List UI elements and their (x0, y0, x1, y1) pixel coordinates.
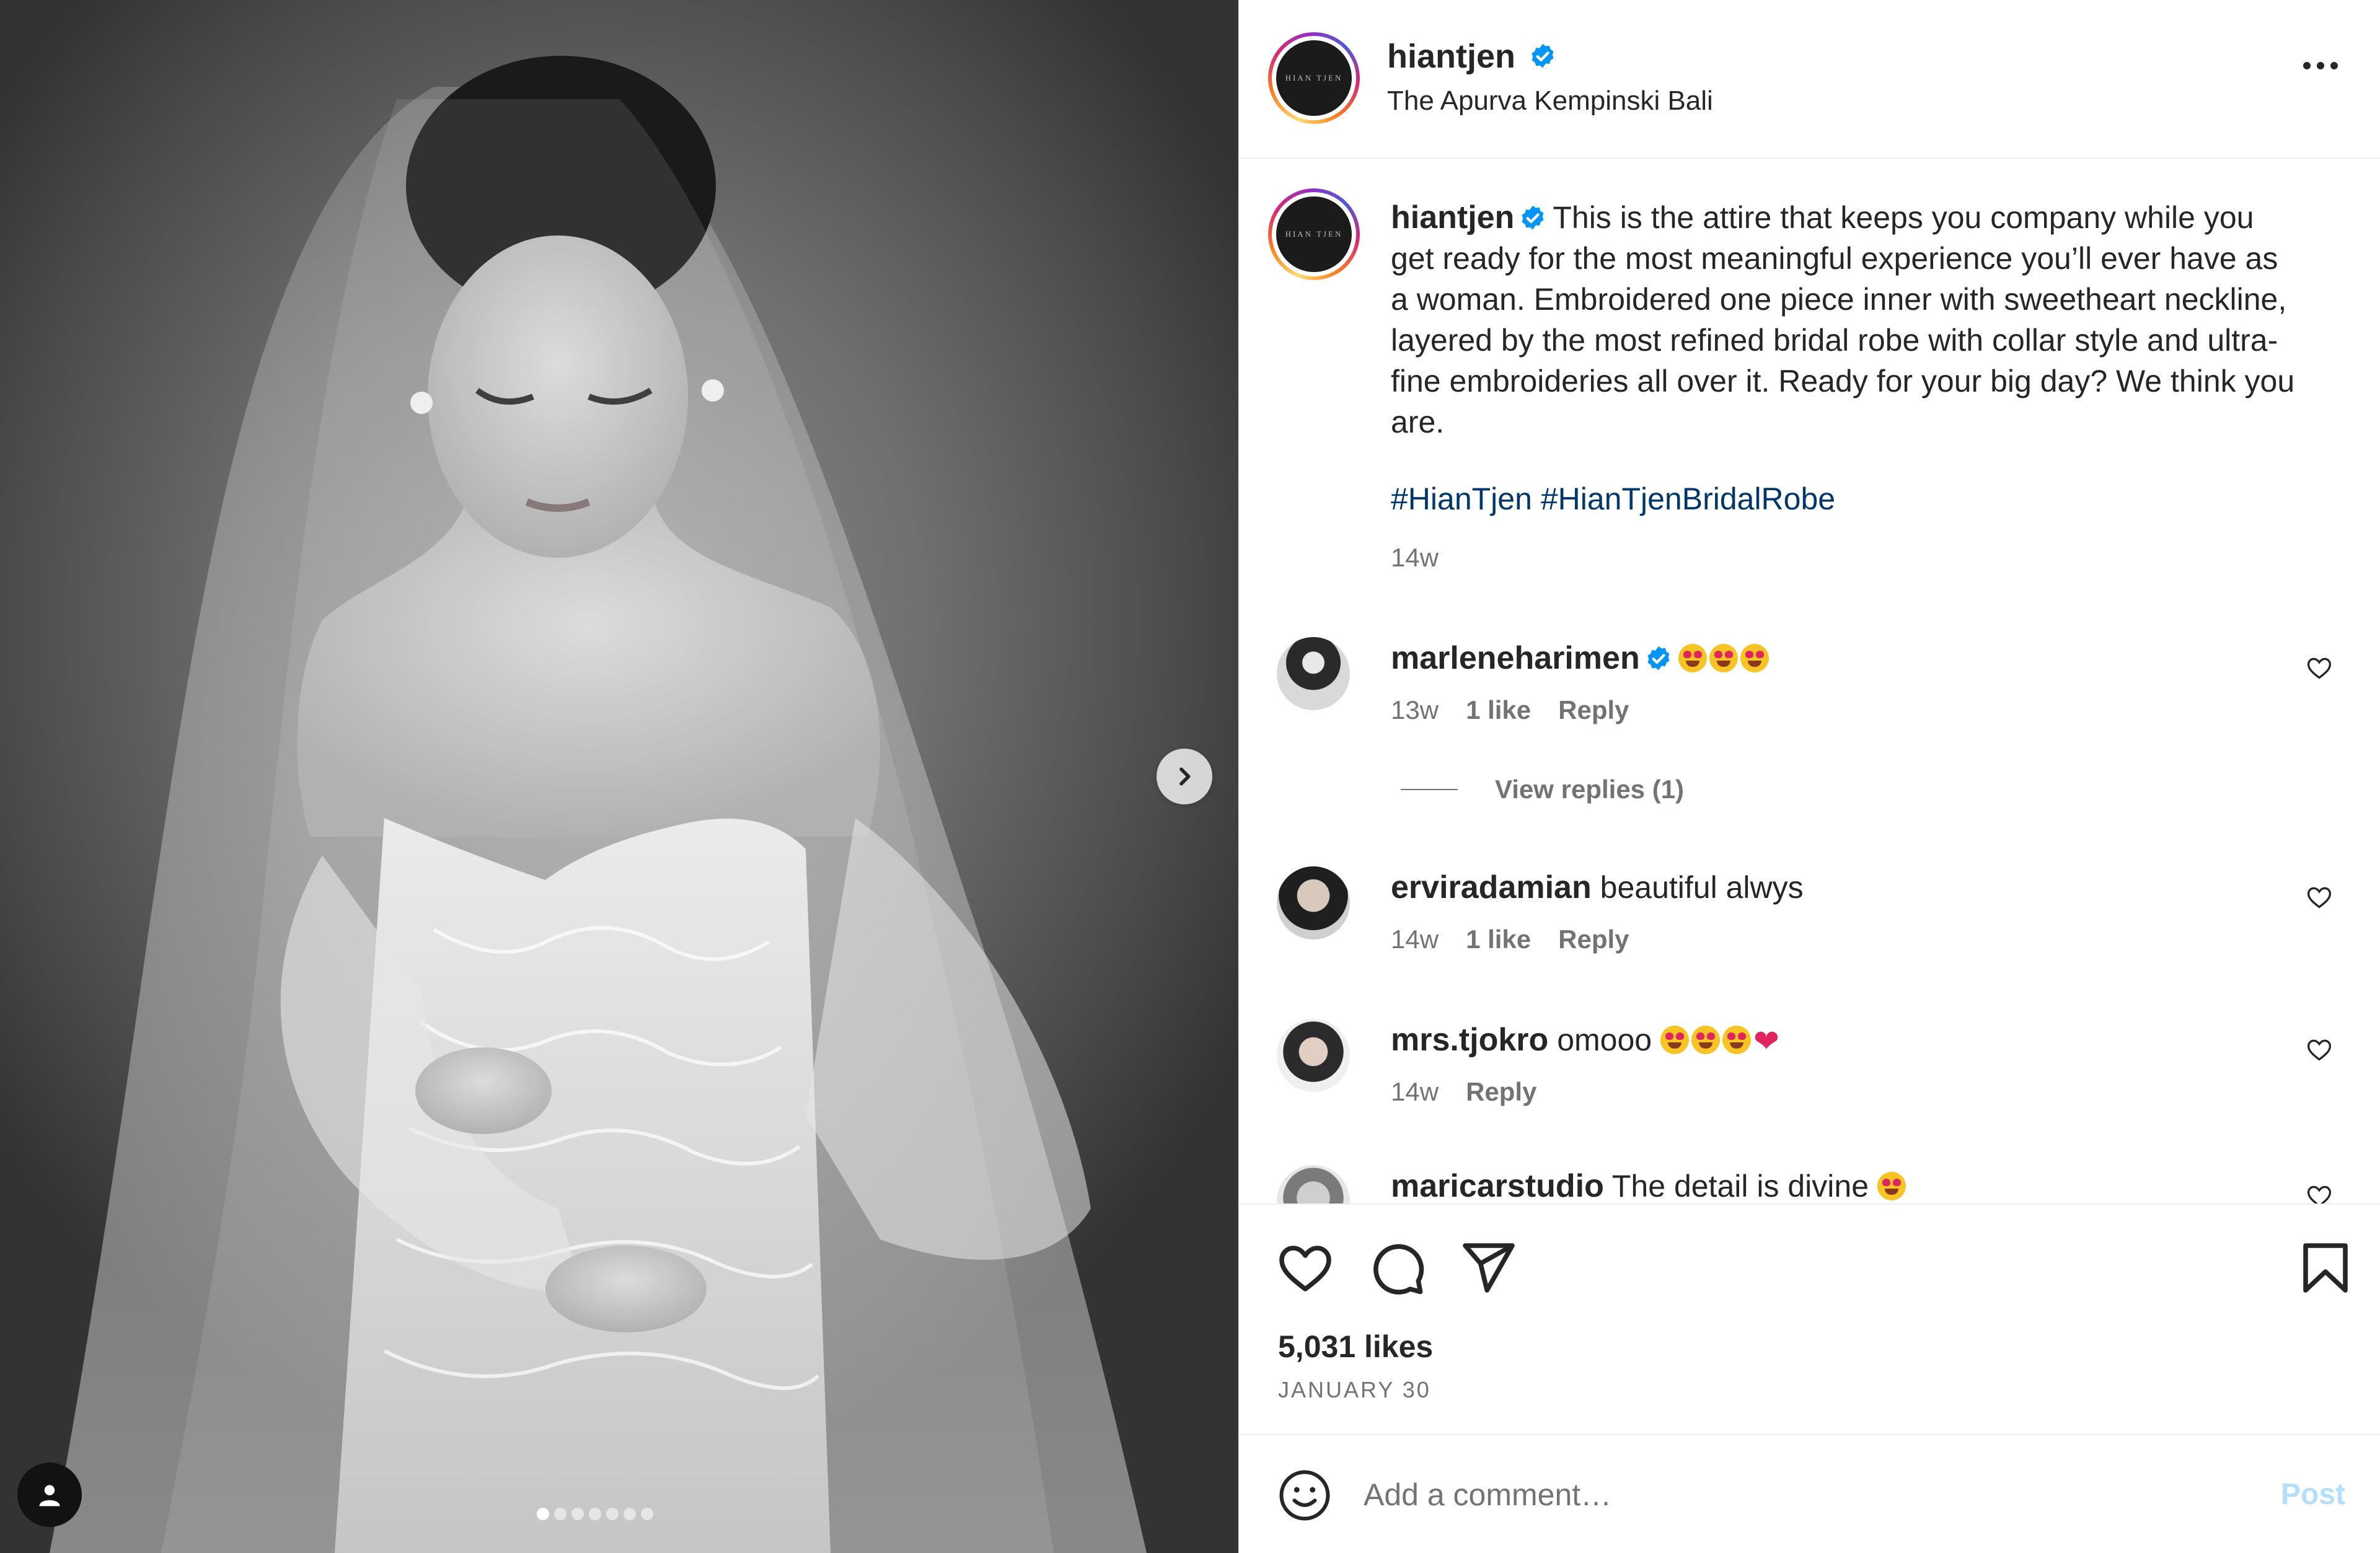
post-caption: hiantjen This is the attire that keeps yo… (1391, 197, 2302, 442)
next-slide-button[interactable] (1157, 749, 1212, 804)
carousel-dot (537, 1508, 549, 1520)
comment-input[interactable] (1364, 1470, 2219, 1520)
comment-icon[interactable] (1367, 1238, 1427, 1298)
brand-logo-small: HIAN TJEN (1276, 196, 1352, 272)
comment-time: 13w (1391, 695, 1439, 724)
comment-likes[interactable]: 1 like (1466, 695, 1531, 725)
author-avatar[interactable]: HIAN TJEN (1268, 32, 1360, 124)
commenter-avatar[interactable] (1277, 637, 1350, 710)
view-replies-button[interactable]: View replies (1) (1401, 775, 1684, 804)
like-comment-heart-icon[interactable] (2306, 1036, 2333, 1063)
post-date: JANUARY 30 (1278, 1377, 1431, 1402)
comment-time: 14w (1391, 925, 1439, 954)
post-location[interactable]: The Apurva Kempinski Bali (1387, 86, 1713, 117)
add-comment-bar: Post (1240, 1434, 2380, 1553)
heart-eyes-emoji (1660, 1026, 1689, 1054)
verified-icon (1647, 646, 1670, 671)
comment-username[interactable]: maricarstudio (1391, 1168, 1604, 1203)
author-username[interactable]: hiantjen (1387, 37, 1515, 76)
heart-eyes-emoji (1691, 1026, 1720, 1054)
commenter-avatar[interactable] (1277, 866, 1350, 939)
heart-icon[interactable] (1276, 1238, 1335, 1298)
comment-username[interactable]: mrs.tjokro (1391, 1022, 1548, 1058)
bookmark-icon[interactable] (2296, 1238, 2355, 1298)
more-options-button[interactable] (2303, 62, 2338, 69)
carousel-dot (641, 1508, 653, 1520)
view-replies-label: View replies (1) (1495, 775, 1685, 804)
share-icon[interactable] (1458, 1238, 1517, 1298)
replies-divider (1401, 789, 1458, 790)
reply-button[interactable]: Reply (1466, 1077, 1536, 1107)
heart-eyes-emoji (1740, 644, 1769, 672)
user-tag-icon (39, 1485, 60, 1507)
post-panel: HIAN TJEN hiantjen The Apurva Kempinski … (1238, 0, 2380, 1553)
carousel-dot (554, 1508, 566, 1520)
more-icon (2303, 62, 2311, 69)
reply-button[interactable]: Reply (1558, 695, 1629, 725)
comment-username[interactable]: erviradamian (1391, 869, 1592, 905)
bride-photo (50, 56, 1147, 1553)
like-comment-heart-icon[interactable] (2306, 654, 2333, 682)
comment-time: 14w (1391, 1077, 1439, 1106)
heart-eyes-emoji (1678, 644, 1707, 672)
caption-timestamp: 14w (1391, 543, 1439, 572)
comment-text: The detail is divine (1611, 1169, 1869, 1203)
commenter-avatar[interactable] (1277, 1165, 1350, 1203)
brand-logo: HIAN TJEN (1276, 40, 1352, 116)
carousel-dot (571, 1508, 584, 1520)
caption-text: This is the attire that keeps you compan… (1391, 200, 2295, 439)
like-comment-heart-icon[interactable] (2306, 884, 2333, 911)
reply-button[interactable]: Reply (1558, 925, 1629, 954)
commenter-avatar[interactable] (1277, 1019, 1350, 1092)
post-media[interactable] (0, 0, 1238, 1553)
hashtag-link[interactable]: #HianTjen (1391, 482, 1532, 516)
post-actions: 5,031 likes JANUARY 30 (1240, 1203, 2380, 1434)
verified-icon (1532, 43, 1554, 68)
likes-count[interactable]: 5,031 likes (1278, 1329, 1433, 1365)
comments-section[interactable]: HIAN TJEN hiantjen This is the attire tha… (1240, 160, 2380, 1203)
post-comment-button[interactable]: Post (2281, 1477, 2345, 1511)
carousel-indicator (537, 1508, 653, 1520)
red-heart-emoji: ❤ (1753, 1024, 1779, 1058)
heart-eyes-emoji (1877, 1172, 1906, 1200)
comment-text: beautiful alwys (1600, 870, 1804, 905)
tagged-users-button[interactable] (17, 1463, 82, 1527)
like-comment-heart-icon[interactable] (2306, 1182, 2333, 1203)
comment-text: omooo (1557, 1023, 1652, 1057)
carousel-dot (606, 1508, 619, 1520)
caption-hashtags: #HianTjen #HianTjenBridalRobe (1391, 481, 1835, 517)
verified-icon (1522, 205, 1544, 230)
chevron-right-icon (1179, 767, 1191, 786)
caption-username[interactable]: hiantjen (1391, 200, 1514, 235)
heart-eyes-emoji (1709, 644, 1738, 672)
smile-icon[interactable] (1277, 1467, 1333, 1523)
caption-avatar[interactable]: HIAN TJEN (1268, 188, 1360, 280)
carousel-dot (589, 1508, 601, 1520)
comment-likes[interactable]: 1 like (1466, 925, 1531, 954)
post-header: HIAN TJEN hiantjen The Apurva Kempinski … (1240, 0, 2380, 159)
hashtag-link[interactable]: #HianTjenBridalRobe (1541, 482, 1835, 516)
carousel-dot (624, 1508, 636, 1520)
comment-username[interactable]: marleneharimen (1391, 640, 1640, 676)
heart-eyes-emoji (1722, 1026, 1751, 1054)
